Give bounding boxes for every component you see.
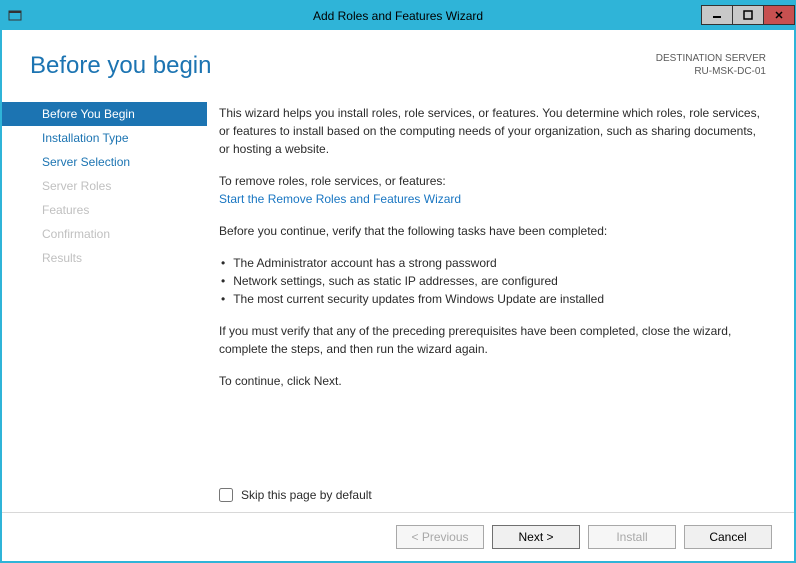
skip-label: Skip this page by default: [241, 486, 372, 504]
list-item: The most current security updates from W…: [219, 290, 766, 308]
prereq-list: The Administrator account has a strong p…: [219, 254, 766, 308]
nav-before-you-begin[interactable]: Before You Begin: [2, 102, 207, 126]
cancel-button[interactable]: Cancel: [684, 525, 772, 549]
list-item: Network settings, such as static IP addr…: [219, 272, 766, 290]
next-button[interactable]: Next >: [492, 525, 580, 549]
nav-installation-type[interactable]: Installation Type: [2, 126, 207, 150]
destination-label: DESTINATION SERVER: [656, 52, 766, 65]
verify-label: Before you continue, verify that the fol…: [219, 222, 766, 240]
destination-server: RU-MSK-DC-01: [656, 65, 766, 78]
body-area: Before You Begin Installation Type Serve…: [2, 90, 794, 512]
nav-confirmation: Confirmation: [2, 222, 207, 246]
content-panel: This wizard helps you install roles, rol…: [207, 98, 770, 504]
wizard-window: Add Roles and Features Wizard Before you…: [0, 0, 796, 563]
previous-button: < Previous: [396, 525, 484, 549]
footer-buttons: < Previous Next > Install Cancel: [2, 512, 794, 561]
header-area: Before you begin DESTINATION SERVER RU-M…: [2, 30, 794, 90]
remove-wizard-link[interactable]: Start the Remove Roles and Features Wiza…: [219, 190, 766, 208]
nav-server-selection[interactable]: Server Selection: [2, 150, 207, 174]
close-button[interactable]: [763, 5, 795, 25]
install-button: Install: [588, 525, 676, 549]
destination-block: DESTINATION SERVER RU-MSK-DC-01: [656, 52, 766, 78]
remove-label: To remove roles, role services, or featu…: [219, 172, 766, 190]
skip-checkbox[interactable]: [219, 488, 233, 502]
window-title: Add Roles and Features Wizard: [2, 9, 794, 23]
maximize-button[interactable]: [732, 5, 764, 25]
list-item: The Administrator account has a strong p…: [219, 254, 766, 272]
page-title: Before you begin: [30, 52, 211, 80]
minimize-button[interactable]: [701, 5, 733, 25]
continue-note: To continue, click Next.: [219, 372, 766, 390]
nav-features: Features: [2, 198, 207, 222]
titlebar: Add Roles and Features Wizard: [2, 2, 794, 30]
intro-text: This wizard helps you install roles, rol…: [219, 104, 766, 158]
nav-list: Before You Begin Installation Type Serve…: [2, 98, 207, 504]
verify-note: If you must verify that any of the prece…: [219, 322, 766, 358]
skip-row: Skip this page by default: [219, 426, 766, 504]
nav-results: Results: [2, 246, 207, 270]
app-icon: [8, 8, 22, 25]
nav-server-roles: Server Roles: [2, 174, 207, 198]
window-controls: [701, 7, 794, 25]
